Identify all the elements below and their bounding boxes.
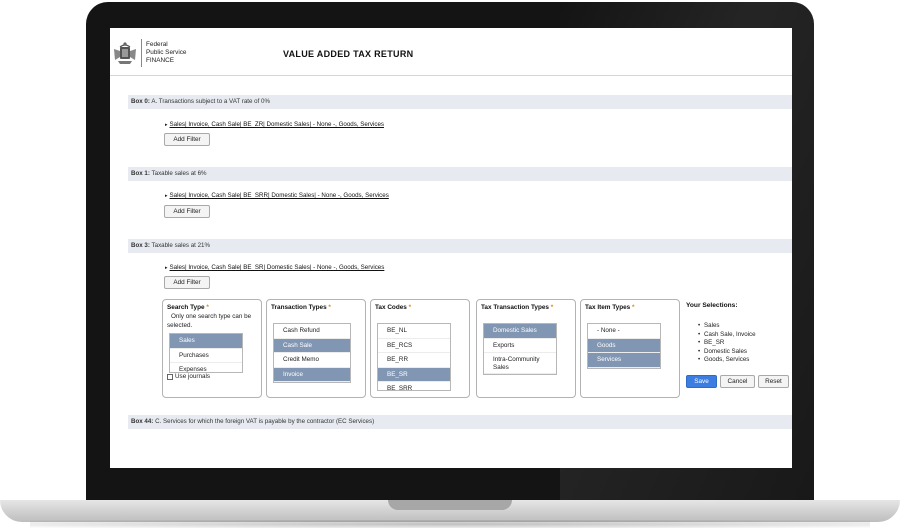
list-option[interactable]: Expenses xyxy=(170,363,242,372)
transaction-types-list[interactable]: Cash Refund Cash Sale Credit Memo Invoic… xyxy=(273,323,351,383)
selection-item: Domestic Sales xyxy=(704,348,792,357)
list-option[interactable]: Services xyxy=(588,353,660,368)
selections-title: Your Selections: xyxy=(686,302,738,309)
your-selections: Your Selections: Sales Cash Sale, Invoic… xyxy=(686,302,792,363)
box-0-header: Box 0: A. Transactions subject to a VAT … xyxy=(128,95,792,109)
panel-title: Tax Transaction Types * xyxy=(481,304,554,311)
list-option[interactable]: Cash Refund xyxy=(274,324,350,339)
tax-transaction-types-list[interactable]: Domestic Sales Exports Intra-Community S… xyxy=(483,323,557,375)
search-type-panel: Search Type * Only one search type can b… xyxy=(162,299,262,398)
list-option[interactable]: BE_NL xyxy=(378,324,450,339)
logo-divider xyxy=(141,39,142,67)
list-option[interactable]: Goods xyxy=(588,338,660,353)
belgian-crest-icon xyxy=(114,42,136,64)
selections-list: Sales Cash Sale, Invoice BE_SR Domestic … xyxy=(704,322,792,365)
cancel-button[interactable]: Cancel xyxy=(720,375,755,388)
selection-item: BE_SR xyxy=(704,339,792,348)
box-1-header: Box 1: Taxable sales at 6% xyxy=(128,167,792,181)
box-1-filter[interactable]: ▸ Sales| Invoice, Cash Sale| BE_SRR| Dome… xyxy=(165,192,389,199)
expand-arrow-icon[interactable]: ▸ xyxy=(165,265,168,271)
checkbox-icon[interactable] xyxy=(167,373,173,380)
selection-item: Sales xyxy=(704,322,792,331)
selection-item: Goods, Services xyxy=(704,356,792,365)
list-option[interactable]: Domestic Sales xyxy=(484,324,556,339)
list-option[interactable]: BE_SRR xyxy=(378,382,450,390)
tax-codes-list[interactable]: BE_NL BE_RCS BE_RR BE_SR BE_SRR xyxy=(377,323,451,391)
box-3-add-filter-button[interactable]: Add Filter xyxy=(164,276,210,289)
selection-item: Cash Sale, Invoice xyxy=(704,331,792,340)
search-type-list[interactable]: Sales Purchases Expenses xyxy=(169,333,243,373)
tax-transaction-types-panel: Tax Transaction Types * Domestic Sales E… xyxy=(476,299,576,398)
use-journals-checkbox[interactable]: Use journals xyxy=(167,373,210,380)
laptop-shadow xyxy=(30,520,870,528)
org-name: Federal Public Service FINANCE xyxy=(146,41,187,64)
list-option[interactable]: Purchases xyxy=(170,349,242,363)
list-option[interactable]: BE_SR xyxy=(378,367,450,382)
box-3-filter[interactable]: ▸ Sales| Invoice, Cash Sale| BE_SR| Domes… xyxy=(165,264,384,271)
list-option[interactable]: Exports xyxy=(484,339,556,353)
panel-title: Tax Item Types * xyxy=(585,304,635,311)
save-button[interactable]: Save xyxy=(686,375,717,388)
tax-codes-panel: Tax Codes * BE_NL BE_RCS BE_RR BE_SR BE_… xyxy=(370,299,470,398)
reset-button[interactable]: Reset xyxy=(758,375,789,388)
list-option[interactable]: BE_RR xyxy=(378,353,450,368)
tax-item-types-panel: Tax Item Types * - None - Goods Services xyxy=(580,299,680,398)
box-3-header: Box 3: Taxable sales at 21% xyxy=(128,239,792,253)
box-0-add-filter-button[interactable]: Add Filter xyxy=(164,133,210,146)
list-option[interactable]: Intra-Community Sales xyxy=(484,353,556,374)
page-header: Federal Public Service FINANCE VALUE ADD… xyxy=(110,28,792,76)
list-option[interactable]: Sales xyxy=(170,334,242,349)
laptop-notch xyxy=(388,500,512,510)
screen: Federal Public Service FINANCE VALUE ADD… xyxy=(110,28,792,468)
tax-item-types-list[interactable]: - None - Goods Services xyxy=(587,323,661,369)
box-1-add-filter-button[interactable]: Add Filter xyxy=(164,205,210,218)
panel-title: Search Type * xyxy=(167,304,209,311)
box-44-header: Box 44: C. Services for which the foreig… xyxy=(128,415,792,429)
list-option[interactable]: BE_RCS xyxy=(378,339,450,353)
list-option[interactable]: Invoice xyxy=(274,367,350,382)
expand-arrow-icon[interactable]: ▸ xyxy=(165,122,168,128)
list-option[interactable]: - None - xyxy=(588,324,660,339)
panel-title: Tax Codes * xyxy=(375,304,412,311)
transaction-types-panel: Transaction Types * Cash Refund Cash Sal… xyxy=(266,299,366,398)
list-option[interactable]: Credit Memo xyxy=(274,353,350,368)
list-option[interactable]: Cash Sale xyxy=(274,338,350,353)
page-title: VALUE ADDED TAX RETURN xyxy=(283,49,414,59)
expand-arrow-icon[interactable]: ▸ xyxy=(165,193,168,199)
panel-title: Transaction Types * xyxy=(271,304,331,311)
box-0-filter[interactable]: ▸ Sales| Invoice, Cash Sale| BE_ZR| Domes… xyxy=(165,121,384,128)
search-type-note: Only one search type can be selected. xyxy=(167,313,252,329)
header-divider xyxy=(110,75,792,76)
